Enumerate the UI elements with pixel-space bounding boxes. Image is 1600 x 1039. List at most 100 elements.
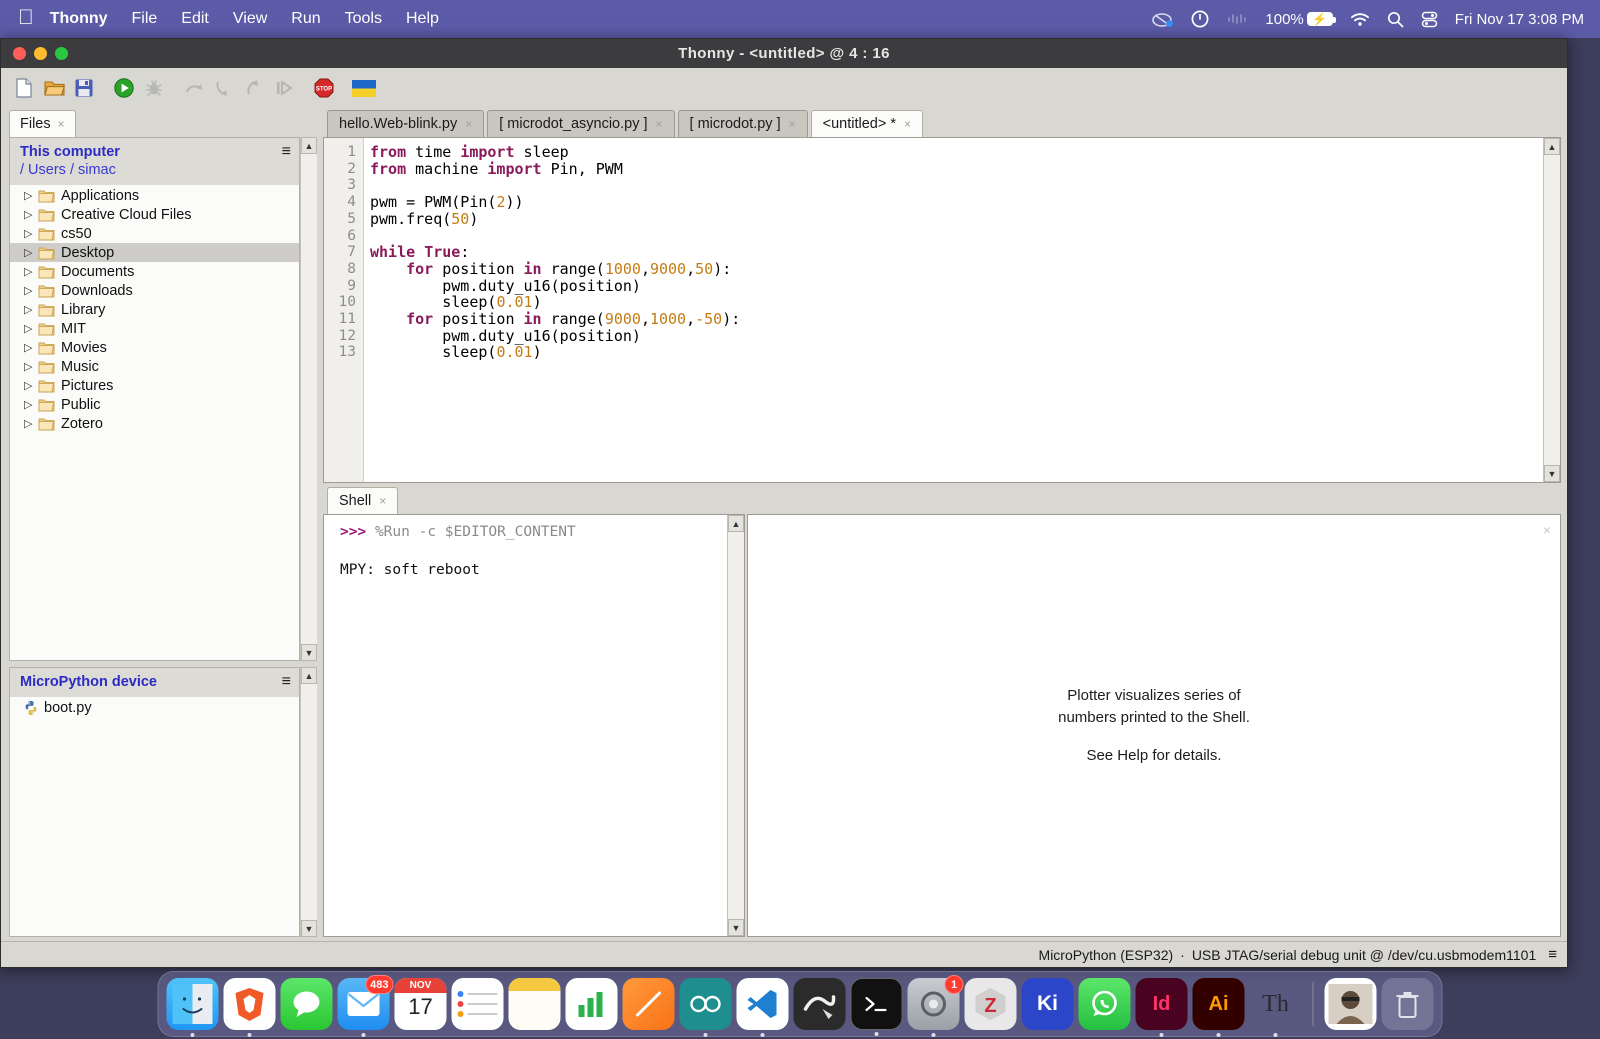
control-center-icon[interactable] bbox=[1421, 11, 1438, 28]
scroll-up-icon[interactable]: ▲ bbox=[1544, 138, 1560, 155]
dock-item-reminders[interactable] bbox=[451, 978, 504, 1030]
this-computer-label[interactable]: This computer bbox=[20, 143, 276, 161]
chevron-right-icon[interactable]: ▷ bbox=[24, 303, 38, 316]
close-icon[interactable]: × bbox=[58, 117, 65, 131]
scroll-down-icon[interactable]: ▼ bbox=[301, 920, 317, 937]
scroll-up-icon[interactable]: ▲ bbox=[301, 667, 317, 684]
scroll-down-icon[interactable]: ▼ bbox=[1544, 465, 1560, 482]
dock-item-terminal[interactable] bbox=[850, 978, 903, 1036]
files-scrollbar[interactable]: ▲ ▼ bbox=[300, 137, 317, 661]
apple-logo-icon[interactable]:  bbox=[18, 7, 34, 28]
dock-item-mail[interactable]: 483 bbox=[337, 975, 394, 1037]
chevron-right-icon[interactable]: ▷ bbox=[24, 208, 38, 221]
scroll-down-icon[interactable]: ▼ bbox=[728, 919, 744, 936]
tab-shell[interactable]: Shell × bbox=[327, 487, 399, 514]
list-item[interactable]: ▷ MIT bbox=[10, 319, 299, 338]
dock-item-brave[interactable] bbox=[223, 978, 276, 1037]
tab-untitled[interactable]: <untitled> * × bbox=[810, 110, 924, 137]
list-item[interactable]: ▷ Documents bbox=[10, 262, 299, 281]
dock-item-thonny[interactable]: Th bbox=[1250, 978, 1302, 1037]
close-icon[interactable]: × bbox=[1543, 522, 1551, 538]
scroll-up-icon[interactable]: ▲ bbox=[728, 515, 744, 532]
dock-item-vs-code[interactable] bbox=[736, 978, 789, 1037]
connection-label[interactable]: USB JTAG/serial debug unit @ /dev/cu.usb… bbox=[1192, 947, 1536, 963]
step-out-button[interactable] bbox=[239, 73, 269, 103]
chevron-right-icon[interactable]: ▷ bbox=[24, 341, 38, 354]
chevron-right-icon[interactable]: ▷ bbox=[24, 265, 38, 278]
dock-item-arduino-ide[interactable] bbox=[679, 978, 732, 1037]
chevron-right-icon[interactable]: ▷ bbox=[24, 284, 38, 297]
dock-item-numbers[interactable] bbox=[565, 978, 618, 1030]
dock-item-indesign[interactable]: Id bbox=[1135, 978, 1188, 1037]
menu-thonny[interactable]: Thonny bbox=[50, 10, 108, 28]
list-item[interactable]: ▷ Music bbox=[10, 357, 299, 376]
dock-item-photos[interactable] bbox=[1324, 978, 1377, 1030]
dock-item-zotero[interactable]: Z bbox=[964, 978, 1017, 1030]
ukraine-flag-icon[interactable] bbox=[349, 73, 379, 103]
battery-status[interactable]: 100% ⚡ bbox=[1265, 11, 1336, 28]
plotter-panel[interactable]: × Plotter visualizes series of numbers p… bbox=[747, 514, 1561, 937]
chevron-right-icon[interactable]: ▷ bbox=[24, 417, 38, 430]
dock-item-notes[interactable] bbox=[508, 978, 561, 1030]
dock-item-trash[interactable] bbox=[1381, 978, 1434, 1030]
dock-item-fritzing[interactable] bbox=[793, 978, 846, 1030]
dock-item-system-settings[interactable]: 1 bbox=[907, 975, 964, 1037]
new-file-button[interactable] bbox=[9, 73, 39, 103]
run-script-button[interactable] bbox=[109, 73, 139, 103]
device-title[interactable]: MicroPython device bbox=[20, 673, 276, 691]
list-item[interactable]: ▷ Downloads bbox=[10, 281, 299, 300]
search-icon[interactable] bbox=[1387, 11, 1404, 28]
stop-script-button[interactable]: STOP bbox=[309, 73, 339, 103]
step-over-button[interactable] bbox=[179, 73, 209, 103]
dock-item-freeform[interactable] bbox=[622, 978, 675, 1030]
list-item-selected[interactable]: ▷ Desktop bbox=[10, 243, 299, 262]
step-into-button[interactable] bbox=[209, 73, 239, 103]
list-item[interactable]: ▷ Pictures bbox=[10, 376, 299, 395]
chevron-right-icon[interactable]: ▷ bbox=[24, 360, 38, 373]
close-icon[interactable]: × bbox=[379, 494, 386, 508]
code-text[interactable]: from time import sleep from machine impor… bbox=[364, 138, 1560, 482]
list-item[interactable]: ▷ Public bbox=[10, 395, 299, 414]
chevron-right-icon[interactable]: ▷ bbox=[24, 189, 38, 202]
status-menu-icon[interactable]: ≡ bbox=[1548, 946, 1557, 963]
shell-scrollbar[interactable]: ▲ ▼ bbox=[727, 515, 744, 936]
list-item[interactable]: ▷ Zotero bbox=[10, 414, 299, 433]
menu-file[interactable]: File bbox=[132, 10, 158, 28]
dock-item-kicad[interactable]: Ki bbox=[1021, 978, 1074, 1030]
tab-microdot-asyncio[interactable]: [ microdot_asyncio.py ] × bbox=[487, 110, 675, 137]
menu-view[interactable]: View bbox=[233, 10, 267, 28]
dock-item-messages[interactable] bbox=[280, 978, 333, 1030]
close-icon[interactable]: × bbox=[789, 117, 796, 131]
save-file-button[interactable] bbox=[69, 73, 99, 103]
menu-edit[interactable]: Edit bbox=[181, 10, 209, 28]
shell-output[interactable]: >>> %Run -c $EDITOR_CONTENT MPY: soft re… bbox=[324, 515, 727, 936]
chevron-right-icon[interactable]: ▷ bbox=[24, 246, 38, 259]
close-icon[interactable]: × bbox=[904, 117, 911, 131]
dock-item-whatsapp[interactable] bbox=[1078, 978, 1131, 1030]
scroll-up-icon[interactable]: ▲ bbox=[301, 137, 317, 154]
resume-button[interactable] bbox=[269, 73, 299, 103]
tab-files[interactable]: Files × bbox=[9, 110, 76, 137]
dock-item-illustrator[interactable]: Ai bbox=[1192, 978, 1245, 1037]
tab-microdot[interactable]: [ microdot.py ] × bbox=[677, 110, 808, 137]
editor-scrollbar[interactable]: ▲ ▼ bbox=[1543, 138, 1560, 482]
device-menu-icon[interactable]: ≡ bbox=[276, 673, 291, 691]
close-icon[interactable]: × bbox=[465, 117, 472, 131]
menu-run[interactable]: Run bbox=[291, 10, 320, 28]
menu-tools[interactable]: Tools bbox=[345, 10, 382, 28]
device-scrollbar[interactable]: ▲ ▼ bbox=[300, 667, 317, 937]
menu-help[interactable]: Help bbox=[406, 10, 439, 28]
wifi-icon[interactable] bbox=[1350, 12, 1370, 27]
list-item[interactable]: ▷ Library bbox=[10, 300, 299, 319]
power-icon[interactable] bbox=[1191, 10, 1209, 28]
close-icon[interactable]: × bbox=[656, 117, 663, 131]
files-menu-icon[interactable]: ≡ bbox=[276, 143, 291, 161]
dock-item-calendar[interactable]: NOV 17 bbox=[394, 978, 447, 1030]
siri-icon[interactable] bbox=[1226, 12, 1248, 26]
list-item[interactable]: boot.py bbox=[10, 698, 299, 717]
scroll-down-icon[interactable]: ▼ bbox=[301, 644, 317, 661]
breadcrumb[interactable]: / Users / simac bbox=[20, 161, 276, 179]
list-item[interactable]: ▷ Applications bbox=[10, 186, 299, 205]
dock-item-finder[interactable] bbox=[166, 978, 219, 1037]
interpreter-label[interactable]: MicroPython (ESP32) bbox=[1039, 947, 1174, 963]
